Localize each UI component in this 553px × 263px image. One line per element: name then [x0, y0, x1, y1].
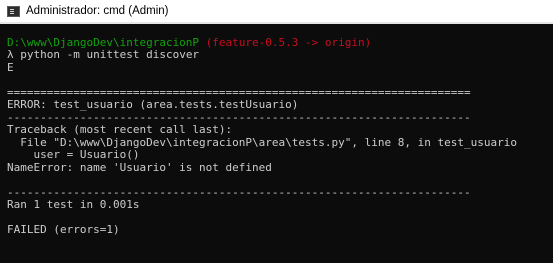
prompt-lambda-icon: λ: [7, 48, 14, 61]
exception-line: NameError: name 'Usuario' is not defined: [7, 160, 272, 174]
title-bar[interactable]: Administrador: cmd (Admin): [0, 0, 553, 22]
git-branch-indicator: (feature-0.5.3 -> origin): [205, 35, 372, 49]
status-line: FAILED (errors=1): [7, 223, 120, 236]
result-marker: E: [7, 60, 14, 74]
command-line: λ python -m unittest discover: [7, 48, 553, 62]
traceback-header: Traceback (most recent call last):: [7, 123, 233, 136]
error-header: ERROR: test_usuario (area.tests.testUsua…: [7, 98, 299, 111]
summary-line: Ran 1 test in 0.001s: [7, 198, 140, 211]
console-icon: [7, 5, 20, 17]
console-output[interactable]: D:\www\DjangoDev\integracionP (feature-0…: [0, 24, 553, 263]
traceback-code-line: user = Usuario(): [7, 148, 140, 161]
prompt-path: D:\www\DjangoDev\integracionP: [7, 35, 200, 49]
window-title: Administrador: cmd (Admin): [26, 5, 169, 17]
command-text: python -m unittest discover: [20, 48, 200, 61]
terminal-window: Administrador: cmd (Admin) D:\www\Django…: [0, 0, 553, 263]
